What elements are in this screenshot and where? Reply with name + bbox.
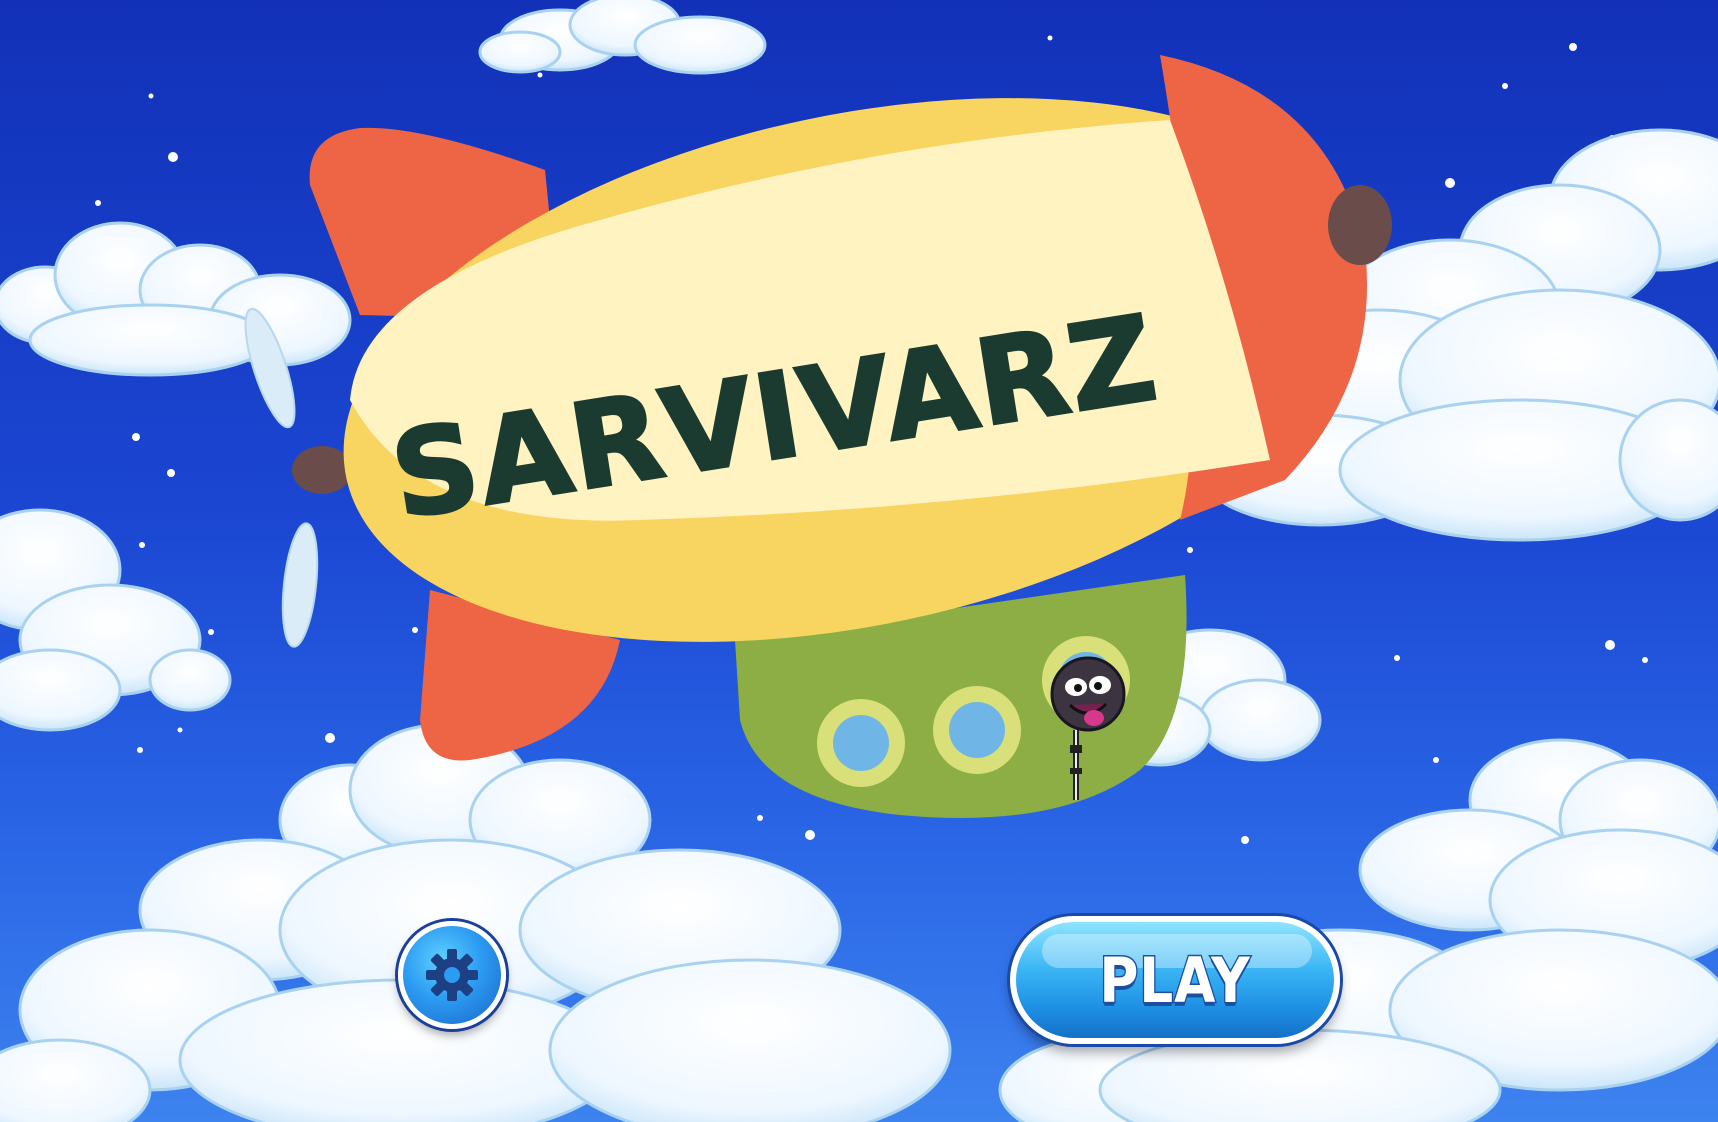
play-label: PLAY: [1098, 942, 1251, 1018]
cloud-left-upper: [0, 221, 352, 377]
game-screen: SARVIVARZ PLAY: [0, 0, 1718, 1122]
cloud-top: [478, 0, 767, 75]
gear-icon: [426, 949, 478, 1001]
settings-button[interactable]: [398, 921, 506, 1029]
cloud-left-lower: [0, 508, 232, 732]
play-button[interactable]: PLAY: [1010, 916, 1340, 1044]
game-scene: SARVIVARZ: [0, 0, 1718, 1122]
